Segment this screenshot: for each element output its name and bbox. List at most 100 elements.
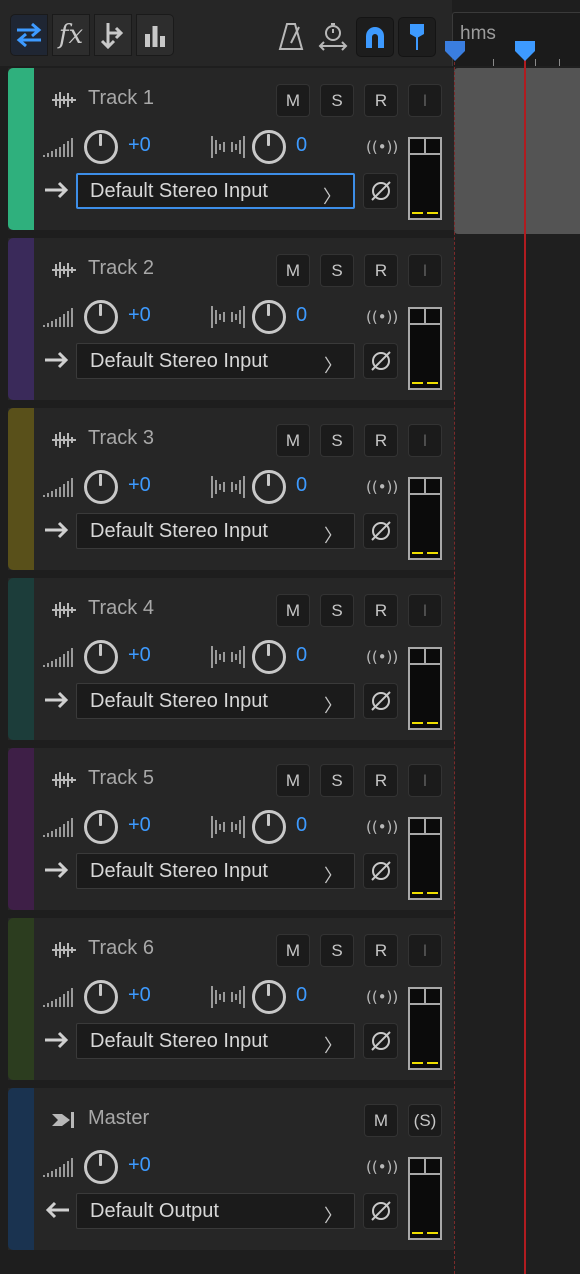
record-arm-button[interactable]: R <box>364 934 398 967</box>
mute-button[interactable]: M <box>276 84 310 117</box>
solo-button[interactable]: S <box>320 764 354 797</box>
stereo-icon[interactable]: ((•)) <box>366 818 398 836</box>
volume-value[interactable]: +0 <box>128 474 151 497</box>
stereo-icon[interactable]: ((•)) <box>366 648 398 666</box>
volume-knob[interactable] <box>84 470 118 504</box>
snap-toggle[interactable] <box>356 17 394 57</box>
volume-value[interactable]: +0 <box>128 1154 151 1177</box>
track-row-1[interactable]: Track 1 M S R I +0 0 ((•)) Default Stere… <box>8 68 454 230</box>
phase-invert-button[interactable] <box>363 513 398 549</box>
track-color-strip[interactable] <box>8 408 34 570</box>
track-name[interactable]: Track 2 <box>88 257 154 280</box>
volume-value[interactable]: +0 <box>128 814 151 837</box>
volume-knob[interactable] <box>84 640 118 674</box>
switch-view-button[interactable] <box>10 14 48 56</box>
track-row-5[interactable]: Track 5 M S R I +0 0 ((•)) Default Stere… <box>8 748 454 910</box>
metronome-button[interactable] <box>274 18 308 54</box>
track-color-strip[interactable] <box>8 238 34 400</box>
time-stretch-button[interactable] <box>316 18 350 54</box>
pan-value[interactable]: 0 <box>296 304 307 327</box>
track-row-6[interactable]: Track 6 M S R I +0 0 ((•)) Default Stere… <box>8 918 454 1080</box>
track-color-strip[interactable] <box>8 578 34 740</box>
master-track-row[interactable]: Master M (S) +0 ((•)) Default Output 〉 <box>8 1088 454 1250</box>
pan-value[interactable]: 0 <box>296 814 307 837</box>
track-name[interactable]: Track 5 <box>88 767 154 790</box>
volume-value[interactable]: +0 <box>128 644 151 667</box>
volume-knob[interactable] <box>84 810 118 844</box>
pan-value[interactable]: 0 <box>296 644 307 667</box>
track-name[interactable]: Track 1 <box>88 87 154 110</box>
mute-button[interactable]: M <box>276 424 310 457</box>
output-select[interactable]: Default Output 〉 <box>76 1193 355 1229</box>
playhead-marker-icon[interactable] <box>514 40 536 62</box>
pan-knob[interactable] <box>252 300 286 334</box>
in-point-marker-icon[interactable] <box>444 40 466 62</box>
marker-toggle[interactable] <box>398 17 436 57</box>
input-select[interactable]: Default Stereo Input 〉 <box>76 853 355 889</box>
pan-value[interactable]: 0 <box>296 134 307 157</box>
pan-knob[interactable] <box>252 470 286 504</box>
solo-button[interactable]: S <box>320 84 354 117</box>
record-arm-button[interactable]: R <box>364 254 398 287</box>
sends-button[interactable] <box>94 14 132 56</box>
track-color-strip[interactable] <box>8 1088 34 1250</box>
stereo-icon[interactable]: ((•)) <box>366 478 398 496</box>
volume-knob[interactable] <box>84 130 118 164</box>
record-arm-button[interactable]: R <box>364 424 398 457</box>
input-select[interactable]: Default Stereo Input 〉 <box>76 513 355 549</box>
mute-button[interactable]: M <box>276 254 310 287</box>
stereo-icon[interactable]: ((•)) <box>366 1158 398 1176</box>
input-monitor-button[interactable]: I <box>408 764 442 797</box>
volume-knob[interactable] <box>84 1150 118 1184</box>
input-select[interactable]: Default Stereo Input 〉 <box>76 173 355 209</box>
track-color-strip[interactable] <box>8 748 34 910</box>
volume-value[interactable]: +0 <box>128 984 151 1007</box>
eq-button[interactable] <box>136 14 174 56</box>
mute-button[interactable]: M <box>276 934 310 967</box>
pan-knob[interactable] <box>252 130 286 164</box>
track-1-clip-region[interactable] <box>454 68 580 234</box>
pan-value[interactable]: 0 <box>296 474 307 497</box>
playhead-line[interactable] <box>524 52 526 1274</box>
input-monitor-button[interactable]: I <box>408 84 442 117</box>
track-color-strip[interactable] <box>8 918 34 1080</box>
record-arm-button[interactable]: R <box>364 764 398 797</box>
input-select[interactable]: Default Stereo Input 〉 <box>76 343 355 379</box>
timeline-area[interactable] <box>454 66 580 1274</box>
volume-value[interactable]: +0 <box>128 304 151 327</box>
input-monitor-button[interactable]: I <box>408 594 442 627</box>
master-solo-safe-button[interactable]: (S) <box>408 1104 442 1137</box>
stereo-icon[interactable]: ((•)) <box>366 138 398 156</box>
solo-button[interactable]: S <box>320 424 354 457</box>
input-monitor-button[interactable]: I <box>408 424 442 457</box>
track-name[interactable]: Track 4 <box>88 597 154 620</box>
master-mute-button[interactable]: M <box>364 1104 398 1137</box>
track-name[interactable]: Track 6 <box>88 937 154 960</box>
phase-invert-button[interactable] <box>363 1023 398 1059</box>
volume-knob[interactable] <box>84 300 118 334</box>
phase-invert-button[interactable] <box>363 853 398 889</box>
phase-invert-button[interactable] <box>363 173 398 209</box>
stereo-icon[interactable]: ((•)) <box>366 988 398 1006</box>
mute-button[interactable]: M <box>276 594 310 627</box>
record-arm-button[interactable]: R <box>364 84 398 117</box>
track-row-2[interactable]: Track 2 M S R I +0 0 ((•)) Default Stere… <box>8 238 454 400</box>
solo-button[interactable]: S <box>320 254 354 287</box>
volume-value[interactable]: +0 <box>128 134 151 157</box>
pan-knob[interactable] <box>252 980 286 1014</box>
input-select[interactable]: Default Stereo Input 〉 <box>76 1023 355 1059</box>
solo-button[interactable]: S <box>320 934 354 967</box>
fx-button[interactable]: fx <box>52 14 90 56</box>
mute-button[interactable]: M <box>276 764 310 797</box>
phase-invert-button[interactable] <box>363 683 398 719</box>
input-monitor-button[interactable]: I <box>408 254 442 287</box>
track-row-3[interactable]: Track 3 M S R I +0 0 ((•)) Default Stere… <box>8 408 454 570</box>
track-name[interactable]: Track 3 <box>88 427 154 450</box>
track-color-strip[interactable] <box>8 68 34 230</box>
volume-knob[interactable] <box>84 980 118 1014</box>
input-select[interactable]: Default Stereo Input 〉 <box>76 683 355 719</box>
input-monitor-button[interactable]: I <box>408 934 442 967</box>
solo-button[interactable]: S <box>320 594 354 627</box>
track-name[interactable]: Master <box>88 1107 149 1130</box>
pan-value[interactable]: 0 <box>296 984 307 1007</box>
